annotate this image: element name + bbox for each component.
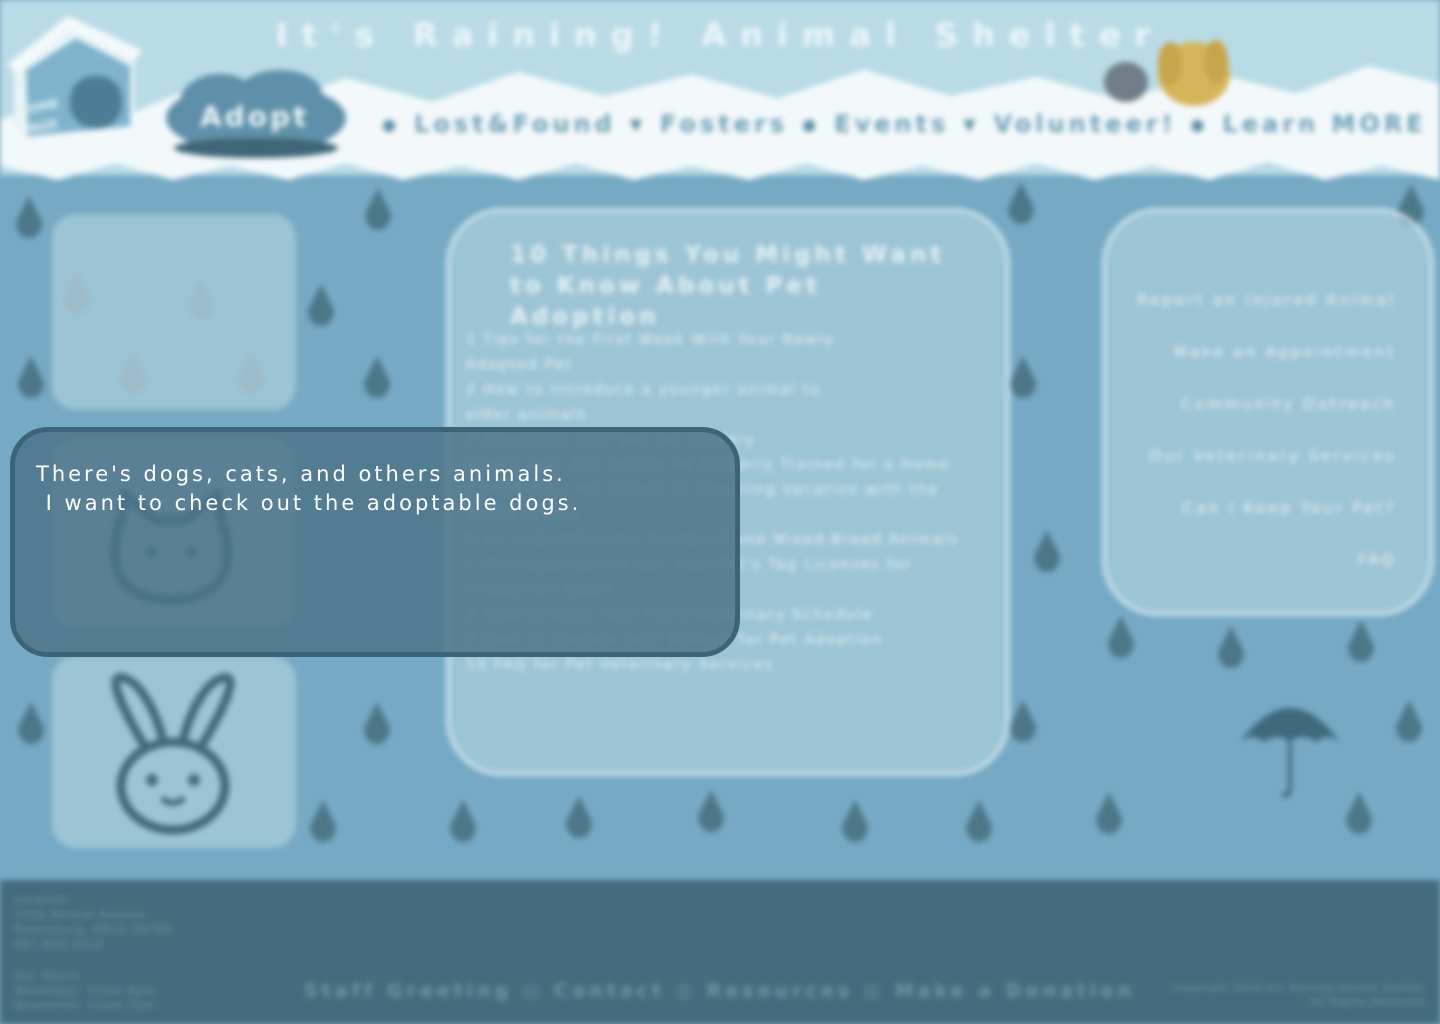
service-link[interactable]: Make an Appointment bbox=[1120, 326, 1396, 378]
footer-hours-line: Weekdays: 11am-6pm bbox=[14, 984, 156, 997]
footer-hours-line: Weekends: 11am-7pm bbox=[14, 999, 156, 1012]
nav-separator: ▼ bbox=[629, 114, 647, 134]
tip-link[interactable]: Adopted Pet bbox=[466, 353, 996, 378]
footer-address: Petersburg, ABCD 56789 bbox=[14, 923, 173, 936]
main-nav: ● Lost&Found ▼ Fosters ● Events ▼ Volunt… bbox=[368, 110, 1438, 138]
tip-link[interactable]: elder animals bbox=[466, 403, 996, 428]
service-link[interactable]: FAQ bbox=[1120, 534, 1396, 586]
raindrop-icon bbox=[64, 272, 90, 314]
nav-separator: ▼ bbox=[963, 114, 980, 134]
nav-separator: ● bbox=[382, 114, 400, 134]
umbrella-icon bbox=[1240, 708, 1340, 798]
dialog-line: There's dogs, cats, and others animals. bbox=[36, 462, 566, 486]
tip-link[interactable]: 1 Tips for the First Week With Your Newl… bbox=[466, 328, 996, 353]
footer-separator: ◎ bbox=[675, 980, 707, 1002]
footer-hours-title: Our Hours: bbox=[14, 969, 84, 982]
tip-link[interactable]: 2 How to Introduce a younger animal to bbox=[466, 378, 996, 403]
services-links: Report an Injured Animal Make an Appoint… bbox=[1120, 274, 1396, 586]
adoption-tips-title-line: to Know About Pet Adoption bbox=[510, 273, 821, 330]
raindrop-icon bbox=[188, 278, 214, 320]
footer-link-contact[interactable]: Contact bbox=[554, 980, 665, 1002]
footer-location: Location: 1234 Animal Avenue Petersburg,… bbox=[14, 892, 172, 952]
footer-location-title: Location: bbox=[14, 893, 74, 906]
footer-copyright: Copyright 2019 It's Raining Animal Shelt… bbox=[1112, 982, 1426, 1010]
footer-hours: Our Hours: Weekdays: 11am-6pm Weekends: … bbox=[14, 968, 156, 1013]
nav-item-fosters[interactable]: Fosters bbox=[660, 110, 788, 138]
raindrop-icon bbox=[120, 352, 146, 394]
service-link[interactable]: Community Outreach bbox=[1120, 378, 1396, 430]
adoption-tips-title-line: 10 Things You Might Want bbox=[510, 242, 946, 268]
raindrop-icon bbox=[238, 352, 264, 394]
nav-item-events[interactable]: Events bbox=[834, 110, 949, 138]
adoption-tips-title: 10 Things You Might Want to Know About P… bbox=[510, 240, 980, 333]
nav-separator: ● bbox=[802, 114, 821, 134]
copyright-line: All Rights Reserved bbox=[1310, 997, 1426, 1008]
service-link[interactable]: Report an Injured Animal bbox=[1120, 274, 1396, 326]
nav-item-learn-more[interactable]: Learn MORE bbox=[1222, 110, 1426, 138]
footer-address: 1234 Animal Avenue bbox=[14, 908, 146, 921]
service-link[interactable]: Our Veterinary Services bbox=[1120, 430, 1396, 482]
rabbit-icon bbox=[111, 672, 235, 835]
nav-adopt-label[interactable]: Adopt bbox=[200, 100, 309, 133]
footer-separator: ◎ bbox=[522, 980, 555, 1002]
nav-separator: ● bbox=[1190, 114, 1209, 134]
footer-nav: Staff Greeting ◎ Contact ◎ Resources ◎ M… bbox=[304, 980, 1135, 1002]
footer-phone: 987-654-3210 bbox=[14, 938, 104, 951]
peeking-pets-image bbox=[1104, 40, 1230, 106]
footer-link-donation[interactable]: Make a Donation bbox=[895, 980, 1135, 1002]
house-icon[interactable]: HOME PAGE bbox=[6, 14, 142, 142]
footer-link-staff-greeting[interactable]: Staff Greeting bbox=[304, 980, 512, 1002]
nav-item-volunteer[interactable]: Volunteer! bbox=[994, 110, 1177, 138]
footer-link-resources[interactable]: Resources bbox=[707, 980, 853, 1002]
footer-separator: ◎ bbox=[863, 980, 895, 1002]
dialog-line: I want to check out the adoptable dogs. bbox=[36, 491, 582, 515]
service-link[interactable]: Can I Keep Your Pet? bbox=[1120, 482, 1396, 534]
nav-item-lost-found[interactable]: Lost&Found bbox=[414, 110, 616, 138]
copyright-line: Copyright 2019 It's Raining Animal Shelt… bbox=[1171, 983, 1426, 994]
pet-photo-box[interactable] bbox=[52, 214, 296, 410]
dialog-text: There's dogs, cats, and others animals. … bbox=[36, 460, 581, 518]
